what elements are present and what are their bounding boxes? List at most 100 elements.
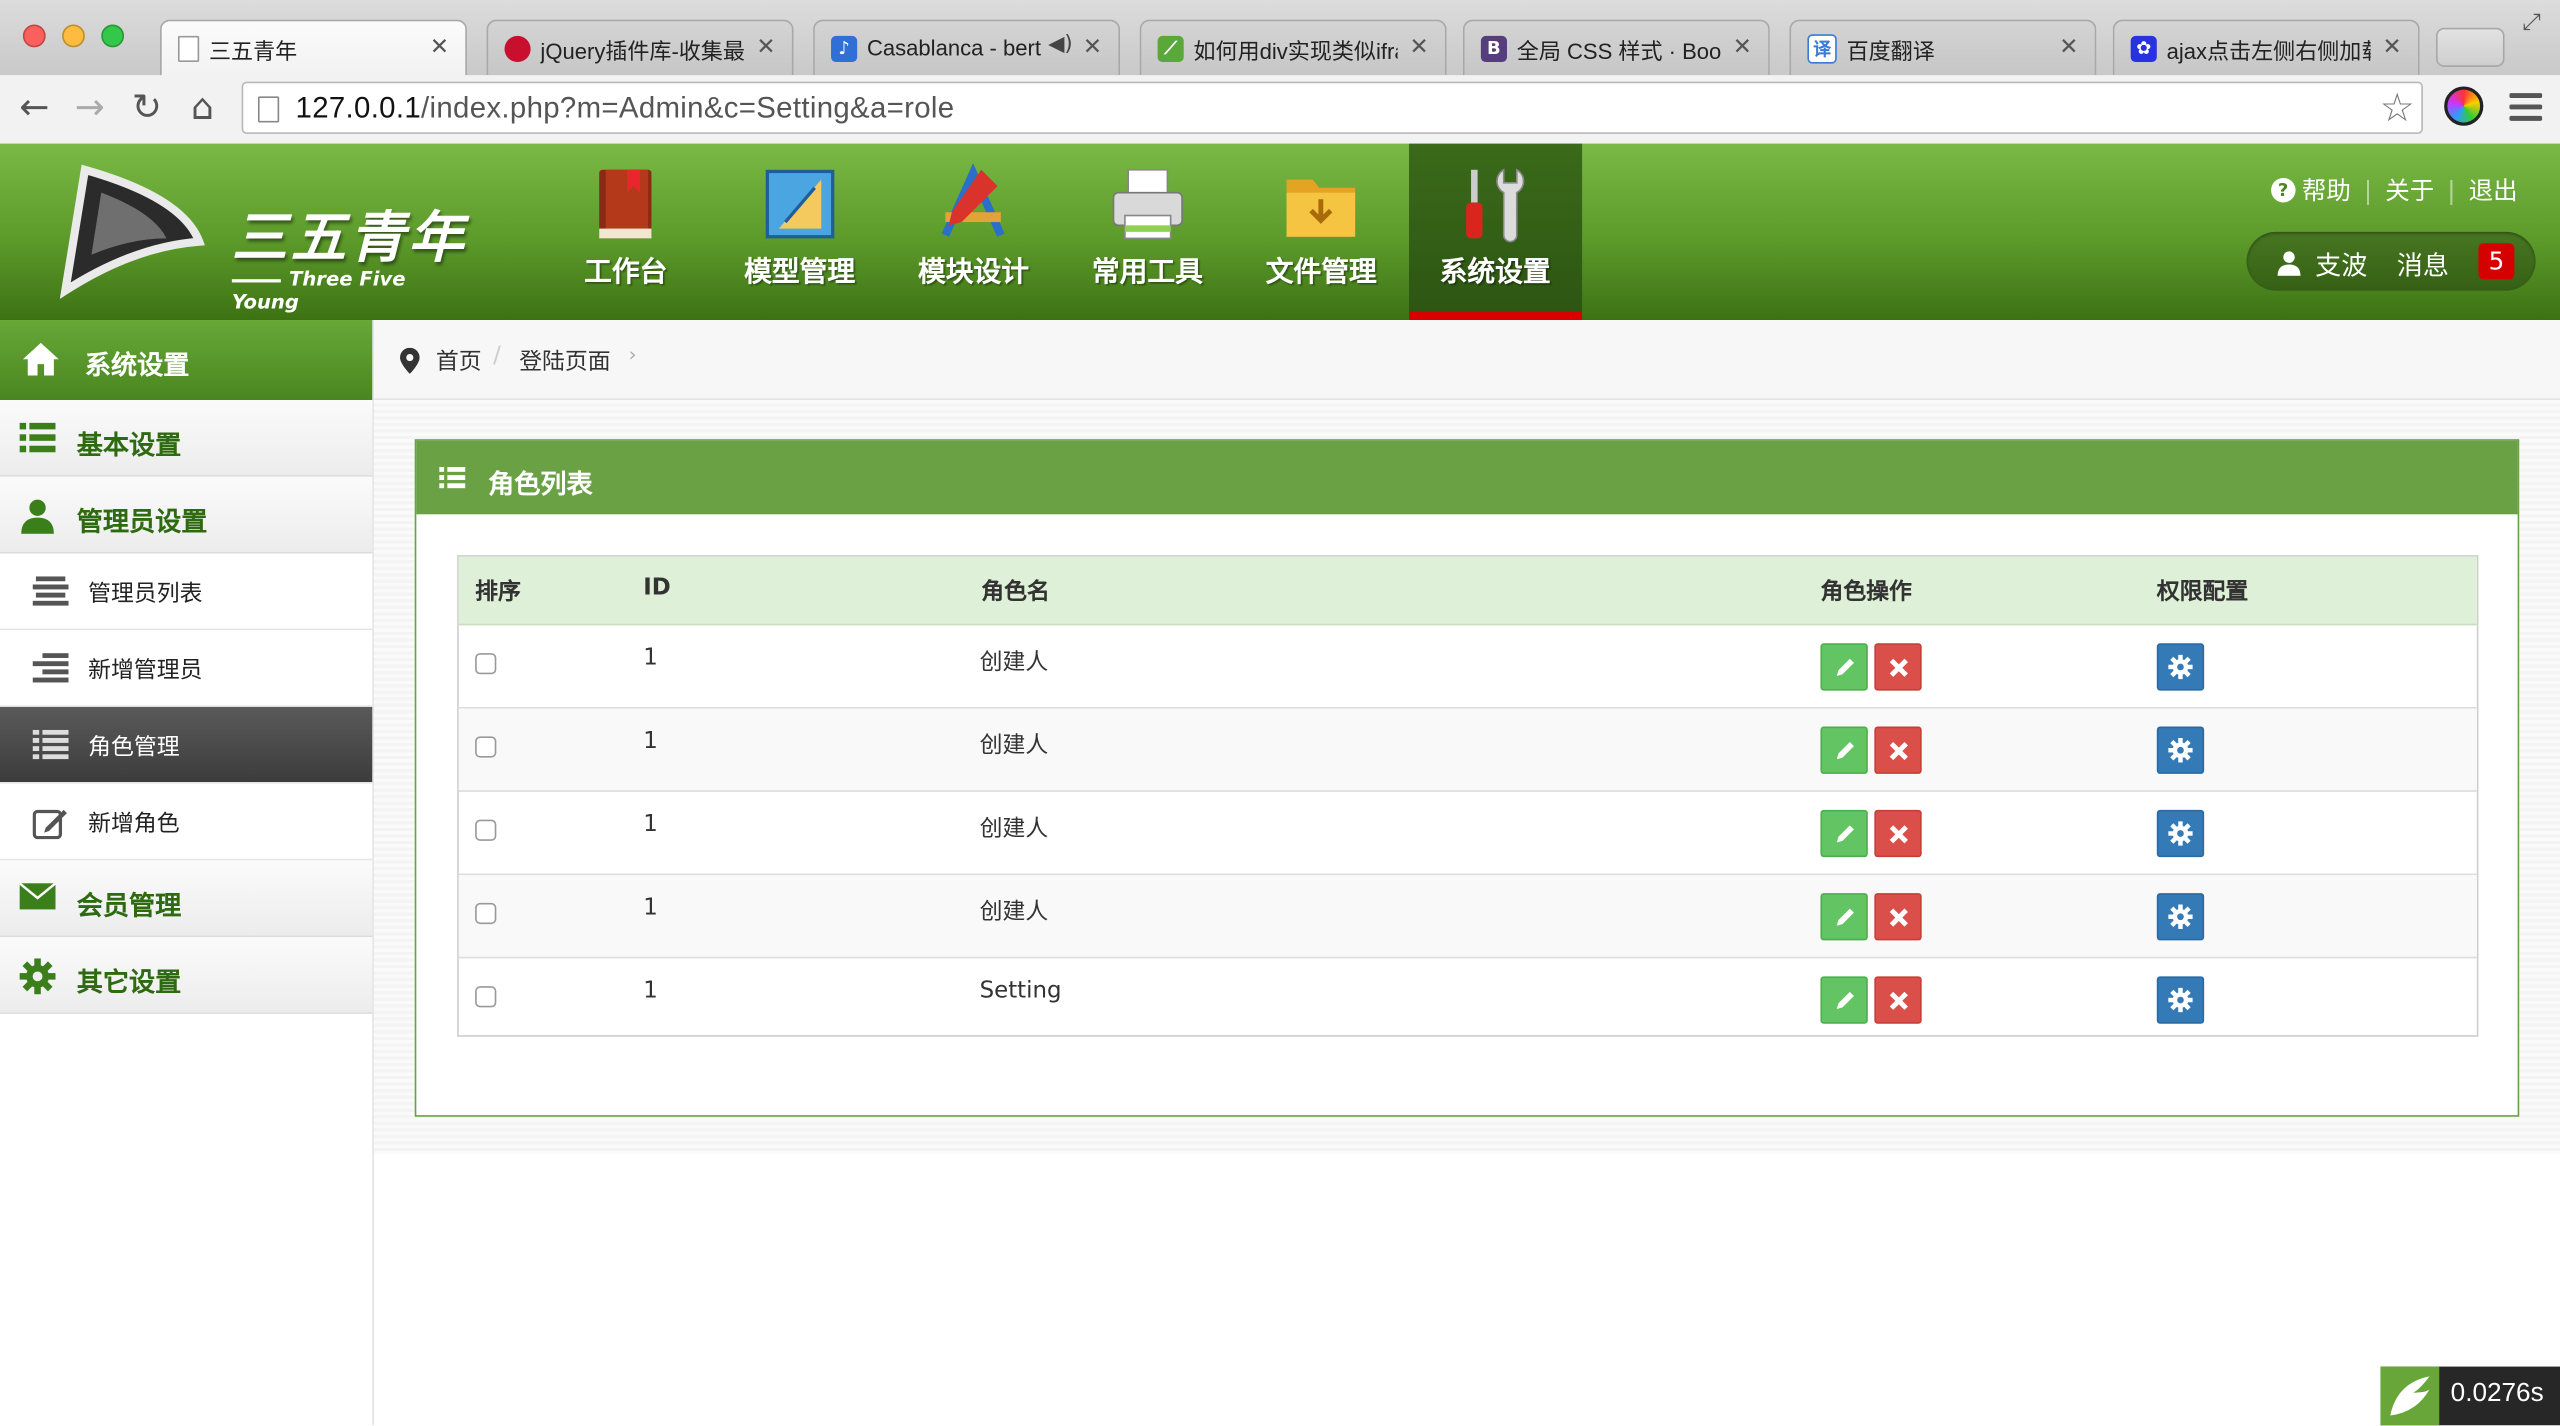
browser-tab[interactable]: 译 百度翻译 ✕: [1789, 19, 2097, 76]
permission-config-button[interactable]: [2156, 976, 2205, 1024]
breadcrumb-current[interactable]: 登陆页面: [519, 344, 610, 377]
permission-config-button[interactable]: [2156, 809, 2205, 858]
edit-button[interactable]: [1820, 893, 1868, 941]
role-table: 排序 ID 角色名 角色操作 权限配置 1 创建人 1 创建人 1 创建人 1 创建人 1 Set…: [457, 555, 2479, 1037]
role-name: 创建人: [979, 816, 1049, 843]
page-icon: [177, 35, 200, 63]
close-window-button[interactable]: [22, 24, 46, 48]
row-checkbox[interactable]: [475, 653, 497, 675]
close-tab-icon[interactable]: ✕: [756, 34, 775, 60]
gear-icon: [2168, 904, 2193, 930]
browser-tab[interactable]: 三五青年 ✕: [160, 19, 467, 77]
permission-config-button[interactable]: [2156, 726, 2205, 774]
permission-config-button[interactable]: [2156, 893, 2205, 941]
sidebar-item-admin-settings[interactable]: 管理员设置: [0, 476, 373, 554]
sidebar-item-member-management[interactable]: 会员管理: [0, 860, 373, 938]
close-tab-icon[interactable]: ✕: [2059, 34, 2078, 60]
help-link[interactable]: 帮助: [2302, 173, 2351, 207]
sidebar-item-role-management[interactable]: 角色管理: [0, 706, 373, 784]
nav-label: 模型管理: [744, 256, 856, 289]
sidebar-item-basic-settings[interactable]: 基本设置: [0, 400, 373, 477]
ruler-icon: [764, 169, 834, 239]
nav-item-files[interactable]: 文件管理: [1234, 144, 1408, 320]
sidebar-item-label: 管理员设置: [76, 506, 208, 538]
nav-item-model[interactable]: 模型管理: [713, 144, 887, 320]
browser-tab-bar: 三五青年 ✕ jQuery插件库-收集最 ✕ ♪ Casablanca - be…: [0, 0, 2560, 77]
table-row: 1 创建人: [458, 625, 2477, 709]
delete-button[interactable]: [1874, 726, 1922, 774]
new-tab-button[interactable]: [2435, 27, 2505, 67]
delete-button[interactable]: [1874, 643, 1922, 691]
nav-label: 文件管理: [1265, 256, 1377, 289]
edit-button[interactable]: [1820, 976, 1868, 1024]
browser-tab[interactable]: jQuery插件库-收集最 ✕: [486, 19, 794, 76]
minimize-window-button[interactable]: [62, 24, 85, 48]
logo[interactable]: 三五青年 Three Five Young: [36, 157, 477, 313]
extension-icon[interactable]: [2444, 86, 2484, 126]
address-bar[interactable]: 127.0.0.1/index.php?m=Admin&c=Setting&a=…: [241, 81, 2423, 134]
role-id: 1: [643, 644, 658, 672]
forward-arrow-icon[interactable]: →: [69, 85, 111, 131]
nav-item-tools[interactable]: 常用工具: [1060, 144, 1234, 320]
delete-button[interactable]: [1874, 809, 1922, 858]
nav-item-module-design[interactable]: 模块设计: [887, 144, 1061, 320]
zoom-window-button[interactable]: [101, 24, 125, 48]
panel-header: 角色列表: [416, 440, 2518, 515]
nav-item-system-settings[interactable]: 系统设置: [1408, 143, 1583, 321]
nav-label: 常用工具: [1091, 256, 1203, 289]
logout-link[interactable]: 退出: [2469, 173, 2518, 207]
edit-button[interactable]: [1820, 809, 1868, 858]
sidebar-item-add-role[interactable]: 新增角色: [0, 783, 373, 861]
gear-icon: [19, 958, 56, 995]
username[interactable]: 支波: [2315, 243, 2367, 282]
breadcrumb-home[interactable]: 首页: [436, 344, 482, 377]
nav-item-workbench[interactable]: 工作台: [539, 144, 713, 320]
browser-tab[interactable]: B 全局 CSS 样式 · Boots ✕: [1462, 19, 1770, 76]
delete-button[interactable]: [1874, 976, 1922, 1024]
sidebar-item-add-admin[interactable]: 新增管理员: [0, 630, 373, 707]
bookmark-star-icon[interactable]: ☆: [2380, 85, 2415, 131]
edit-button[interactable]: [1820, 643, 1868, 691]
top-links: ? 帮助 | 关于 | 退出: [2270, 173, 2518, 207]
close-tab-icon[interactable]: ✕: [1733, 34, 1752, 60]
list-icon: [439, 466, 466, 489]
row-checkbox[interactable]: [475, 986, 497, 1008]
divider: |: [2447, 175, 2456, 205]
browser-tab[interactable]: ♪ Casablanca - bert ◀) ✕: [813, 19, 1121, 76]
permission-config-button[interactable]: [2156, 643, 2205, 691]
row-checkbox[interactable]: [475, 736, 497, 758]
home-icon[interactable]: ⌂: [181, 85, 223, 131]
row-checkbox[interactable]: [475, 819, 497, 841]
url-host: 127.0.0.1: [295, 91, 422, 125]
breadcrumb-separator: /: [493, 342, 501, 369]
edit-button[interactable]: [1820, 726, 1868, 774]
close-tab-icon[interactable]: ✕: [1083, 34, 1102, 60]
browser-tab[interactable]: ✿ ajax点击左侧右侧加载 ✕: [2112, 19, 2420, 76]
leaf-logo-icon: [2380, 1366, 2440, 1426]
sidebar-item-other-settings[interactable]: 其它设置: [0, 937, 373, 1014]
close-tab-icon[interactable]: ✕: [2383, 34, 2402, 60]
row-checkbox[interactable]: [475, 902, 497, 925]
close-tab-icon[interactable]: ✕: [1409, 34, 1428, 60]
browser-tab[interactable]: ⟋ 如何用div实现类似ifra ✕: [1139, 19, 1447, 76]
close-icon: [1888, 741, 1908, 760]
browser-menu-icon[interactable]: [2509, 93, 2543, 127]
delete-button[interactable]: [1874, 893, 1922, 941]
reload-icon[interactable]: ↻: [126, 85, 168, 131]
column-header-role-actions: 角色操作: [1820, 579, 1912, 606]
about-link[interactable]: 关于: [2385, 173, 2434, 207]
breadcrumb: 首页 / 登陆页面 ›: [373, 320, 2560, 401]
logo-mark-icon: [59, 164, 205, 300]
sidebar-item-admin-list[interactable]: 管理员列表: [0, 553, 373, 631]
back-arrow-icon[interactable]: ←: [13, 85, 55, 131]
sidebar-title: 系统设置: [84, 349, 190, 381]
close-tab-icon[interactable]: ✕: [430, 34, 449, 60]
fullscreen-icon[interactable]: ⤢: [2522, 10, 2540, 36]
chevron-right-icon: ›: [628, 342, 637, 366]
message-count-badge[interactable]: 5: [2478, 243, 2515, 280]
messages-link[interactable]: 消息: [2397, 243, 2449, 282]
sidebar-header[interactable]: 系统设置: [0, 320, 373, 401]
sidebar: 系统设置 基本设置 管理员设置 管理员列表 新增管理员 角色管理 新增角色 会员…: [0, 320, 374, 1426]
sidebar-item-label: 其它设置: [76, 966, 182, 998]
list-icon: [32, 729, 69, 760]
